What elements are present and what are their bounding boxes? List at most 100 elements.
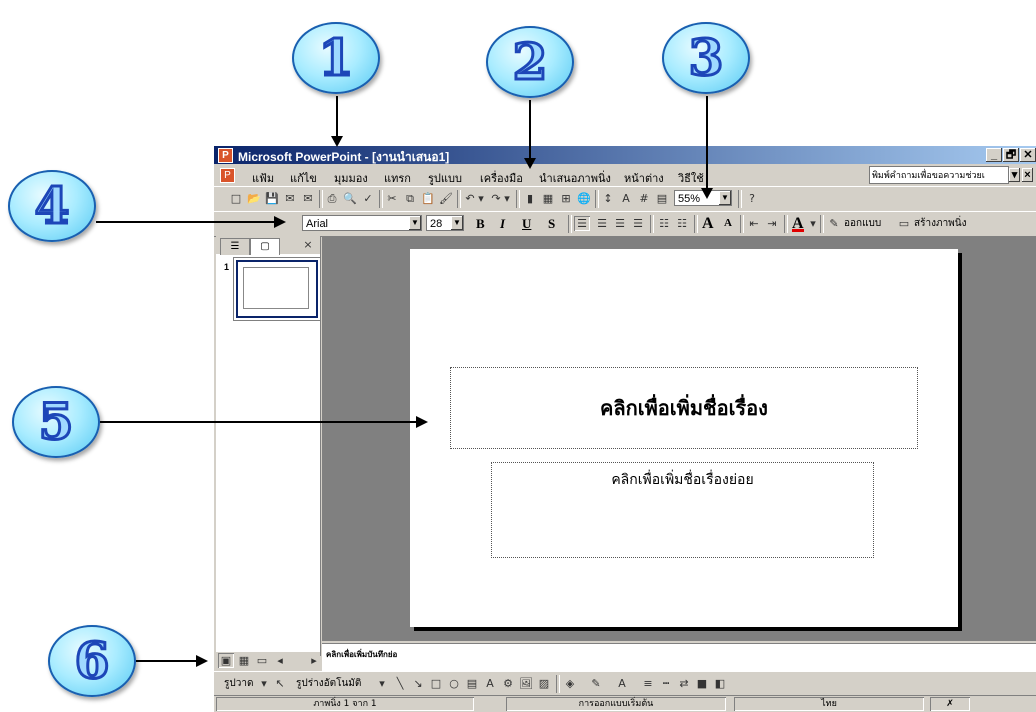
document-icon[interactable]: P: [220, 168, 235, 183]
clip-art-icon[interactable]: 🖼: [518, 676, 534, 691]
font-color-button[interactable]: A: [792, 216, 804, 232]
font-color-dropdown-icon[interactable]: ▾: [808, 216, 818, 231]
design-icon[interactable]: ✎: [826, 216, 842, 231]
menu-insert[interactable]: แทรก: [384, 169, 411, 187]
copy-icon[interactable]: ⧉: [402, 191, 418, 206]
underline-button[interactable]: U: [522, 216, 531, 231]
new-icon[interactable]: □: [228, 191, 244, 206]
paste-icon[interactable]: 📋: [420, 191, 436, 206]
line-color-icon[interactable]: ✎: [588, 676, 604, 691]
bold-button[interactable]: B: [476, 216, 485, 231]
wordart-icon[interactable]: A: [482, 676, 498, 691]
slide-thumbnail[interactable]: [236, 260, 318, 318]
font-size-select[interactable]: 28 ▼: [426, 215, 464, 231]
draw-menu-button[interactable]: รูปวาด: [224, 676, 253, 691]
restore-button[interactable]: 🗗: [1003, 148, 1019, 162]
insert-chart-icon[interactable]: ▮: [522, 191, 538, 206]
chevron-down-icon[interactable]: ▼: [719, 191, 731, 205]
subtitle-placeholder[interactable]: คลิกเพื่อเพิ่มชื่อเรื่องย่อย: [491, 462, 874, 558]
menu-edit[interactable]: แก้ไข: [290, 169, 317, 187]
powerpoint-app-icon[interactable]: P: [218, 148, 233, 163]
show-formatting-icon[interactable]: A: [618, 191, 634, 206]
new-slide-icon[interactable]: ▭: [896, 216, 912, 231]
tables-borders-icon[interactable]: ⊞: [558, 191, 574, 206]
line-style-icon[interactable]: ≡: [640, 676, 656, 691]
menu-file[interactable]: แฟ้ม: [252, 169, 274, 187]
email-icon[interactable]: ✉: [300, 191, 316, 206]
bullets-icon[interactable]: ☷: [674, 216, 690, 231]
picture-icon[interactable]: ▨: [536, 676, 552, 691]
save-icon[interactable]: 💾: [264, 191, 280, 206]
menu-slide-show[interactable]: นำเสนอภาพนิ่ง: [539, 169, 611, 187]
title-bar[interactable]: P Microsoft PowerPoint - [งานนำเสนอ1] _ …: [214, 146, 1036, 164]
increase-font-button[interactable]: A: [702, 216, 714, 232]
menu-view[interactable]: มุมมอง: [334, 169, 368, 187]
show-grid-icon[interactable]: #: [636, 191, 652, 206]
menu-help[interactable]: วิธีใช้: [678, 169, 704, 187]
new-slide-button[interactable]: สร้างภาพนิ่ง: [914, 216, 967, 231]
expand-all-icon[interactable]: ↕: [600, 191, 616, 206]
color-grayscale-icon[interactable]: ▤: [654, 191, 670, 206]
chevron-down-icon[interactable]: ▼: [451, 216, 463, 230]
font-color-icon[interactable]: A: [614, 676, 630, 691]
text-box-icon[interactable]: ▤: [464, 676, 480, 691]
font-select[interactable]: Arial ▼: [302, 215, 422, 231]
close-button[interactable]: ✕: [1020, 148, 1036, 162]
slide-show-view-icon[interactable]: ▭: [254, 653, 270, 668]
hyperlink-icon[interactable]: 🌐: [576, 191, 592, 206]
shadow-button[interactable]: S: [548, 216, 555, 231]
slide-canvas[interactable]: คลิกเพื่อเพิ่มชื่อเรื่อง คลิกเพื่อเพิ่มช…: [410, 249, 958, 627]
autoshapes-dropdown-icon[interactable]: ▾: [378, 676, 386, 691]
title-placeholder[interactable]: คลิกเพื่อเพิ่มชื่อเรื่อง: [450, 367, 918, 449]
diagram-icon[interactable]: ⚙: [500, 676, 516, 691]
tab-slides[interactable]: ▢: [250, 238, 280, 255]
align-center-icon[interactable]: ☰: [594, 216, 610, 231]
cut-icon[interactable]: ✂: [384, 191, 400, 206]
numbering-icon[interactable]: ☷: [656, 216, 672, 231]
align-left-icon[interactable]: ☰: [574, 216, 590, 231]
align-right-icon[interactable]: ☰: [612, 216, 628, 231]
autoshapes-button[interactable]: รูปร่างอัตโนมัติ: [296, 676, 361, 691]
redo-dropdown-icon[interactable]: ▾: [502, 191, 512, 206]
select-objects-icon[interactable]: ↖: [272, 676, 288, 691]
draw-dropdown-icon[interactable]: ▾: [260, 676, 268, 691]
normal-view-icon[interactable]: ▣: [218, 653, 234, 668]
menu-window[interactable]: หน้าต่าง: [624, 169, 664, 187]
fill-color-icon[interactable]: ◈: [562, 676, 578, 691]
help-dropdown-button[interactable]: ▾: [1009, 168, 1020, 182]
decrease-font-button[interactable]: A: [724, 216, 732, 231]
chevron-down-icon[interactable]: ▼: [409, 216, 421, 230]
undo-dropdown-icon[interactable]: ▾: [476, 191, 486, 206]
format-painter-icon[interactable]: 🖌: [438, 191, 454, 206]
scroll-left-icon[interactable]: ◂: [272, 653, 288, 668]
print-preview-icon[interactable]: 🔍: [342, 191, 358, 206]
spelling-icon[interactable]: ✓: [360, 191, 376, 206]
design-button[interactable]: ออกแบบ: [844, 216, 881, 231]
distributed-icon[interactable]: ☰: [630, 216, 646, 231]
print-icon[interactable]: ⎙: [324, 191, 340, 206]
help-question-input[interactable]: พิมพ์คำถามเพื่อขอความช่วยเ: [869, 166, 1009, 184]
open-icon[interactable]: 📂: [246, 191, 262, 206]
3d-style-icon[interactable]: ◧: [712, 676, 728, 691]
oval-icon[interactable]: ○: [446, 676, 462, 691]
scroll-right-icon[interactable]: ▸: [306, 653, 322, 668]
increase-indent-icon[interactable]: ⇥: [764, 216, 780, 231]
shadow-style-icon[interactable]: ■: [694, 676, 710, 691]
rectangle-icon[interactable]: □: [428, 676, 444, 691]
permission-icon[interactable]: ✉: [282, 191, 298, 206]
insert-table-icon[interactable]: ▦: [540, 191, 556, 206]
document-close-button[interactable]: ×: [1022, 168, 1033, 182]
office-assistant-icon[interactable]: ?: [744, 191, 760, 206]
line-icon[interactable]: ╲: [392, 676, 408, 691]
menu-format[interactable]: รูปแบบ: [428, 169, 462, 187]
menu-tools[interactable]: เครื่องมือ: [480, 169, 523, 187]
dash-style-icon[interactable]: ┅: [658, 676, 674, 691]
slide-sorter-view-icon[interactable]: ▦: [236, 653, 252, 668]
italic-button[interactable]: I: [500, 216, 505, 231]
notes-pane[interactable]: คลิกเพื่อเพิ่มบันทึกย่อ: [322, 643, 1036, 672]
tab-outline[interactable]: ☰: [220, 238, 250, 255]
close-pane-icon[interactable]: ×: [300, 237, 316, 252]
decrease-indent-icon[interactable]: ⇤: [746, 216, 762, 231]
minimize-button[interactable]: _: [986, 148, 1002, 162]
arrow-style-icon[interactable]: ⇄: [676, 676, 692, 691]
